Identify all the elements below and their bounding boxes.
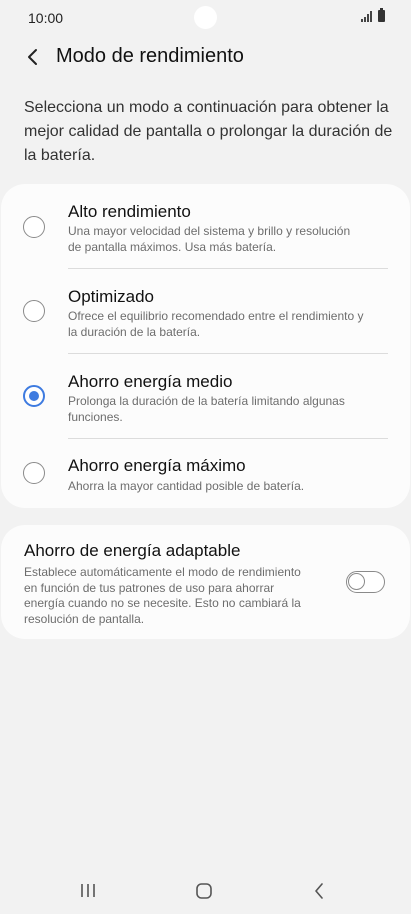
mode-description: Ahorra la mayor cantidad posible de bate…: [68, 479, 305, 493]
signal-icon: [361, 10, 372, 22]
page-title: Modo de rendimiento: [56, 45, 244, 67]
mode-description: Una mayor velocidad del sistema y brillo…: [68, 224, 351, 254]
mode-title: Ahorro energía máximo: [68, 456, 246, 475]
performance-modes-card: Alto rendimiento Una mayor velocidad del…: [1, 184, 410, 508]
toggle-knob: [348, 573, 365, 590]
app-header: Modo de rendimiento: [0, 38, 411, 78]
mode-radio[interactable]: [23, 462, 45, 484]
mode-radio-selected[interactable]: [23, 385, 45, 407]
adaptive-power-saving-card[interactable]: Ahorro de energía adaptable Establece au…: [1, 525, 410, 639]
mode-radio[interactable]: [23, 216, 45, 238]
mode-description: Ofrece el equilibrio recomendado entre e…: [68, 309, 364, 339]
navigation-bar: [0, 870, 411, 914]
adaptive-toggle[interactable]: [346, 571, 385, 593]
recents-button[interactable]: [73, 878, 103, 904]
home-button[interactable]: [189, 878, 219, 904]
recents-icon: [81, 884, 95, 897]
mode-radio[interactable]: [23, 300, 45, 322]
battery-icon: [378, 8, 385, 22]
camera-notch: [194, 6, 217, 29]
mode-item-alto-rendimiento[interactable]: Alto rendimiento Una mayor velocidad del…: [1, 184, 410, 269]
adaptive-description: Establece automáticamente el modo de ren…: [24, 565, 301, 626]
status-time: 10:00: [28, 10, 64, 26]
back-icon: [315, 883, 323, 899]
status-icons: [361, 8, 385, 22]
home-icon: [196, 883, 212, 899]
adaptive-title: Ahorro de energía adaptable: [24, 541, 241, 560]
intro-text: Selecciona un modo a continuación para o…: [24, 99, 393, 164]
screen: 10:00 Modo de rendimiento Selecciona un …: [0, 0, 411, 914]
mode-title: Ahorro energía medio: [68, 372, 233, 391]
mode-title: Alto rendimiento: [68, 202, 191, 221]
mode-item-optimizado[interactable]: Optimizado Ofrece el equilibrio recomend…: [1, 269, 410, 354]
mode-item-ahorro-energia-medio[interactable]: Ahorro energía medio Prolonga la duració…: [1, 354, 410, 439]
nav-back-button[interactable]: [304, 878, 334, 904]
status-bar: 10:00: [0, 0, 411, 36]
mode-description: Prolonga la duración de la batería limit…: [68, 394, 345, 424]
chevron-left-icon: [28, 49, 37, 65]
mode-title: Optimizado: [68, 287, 154, 306]
back-button[interactable]: [20, 44, 46, 70]
mode-item-ahorro-energia-maximo[interactable]: Ahorro energía máximo Ahorra la mayor ca…: [1, 439, 410, 524]
